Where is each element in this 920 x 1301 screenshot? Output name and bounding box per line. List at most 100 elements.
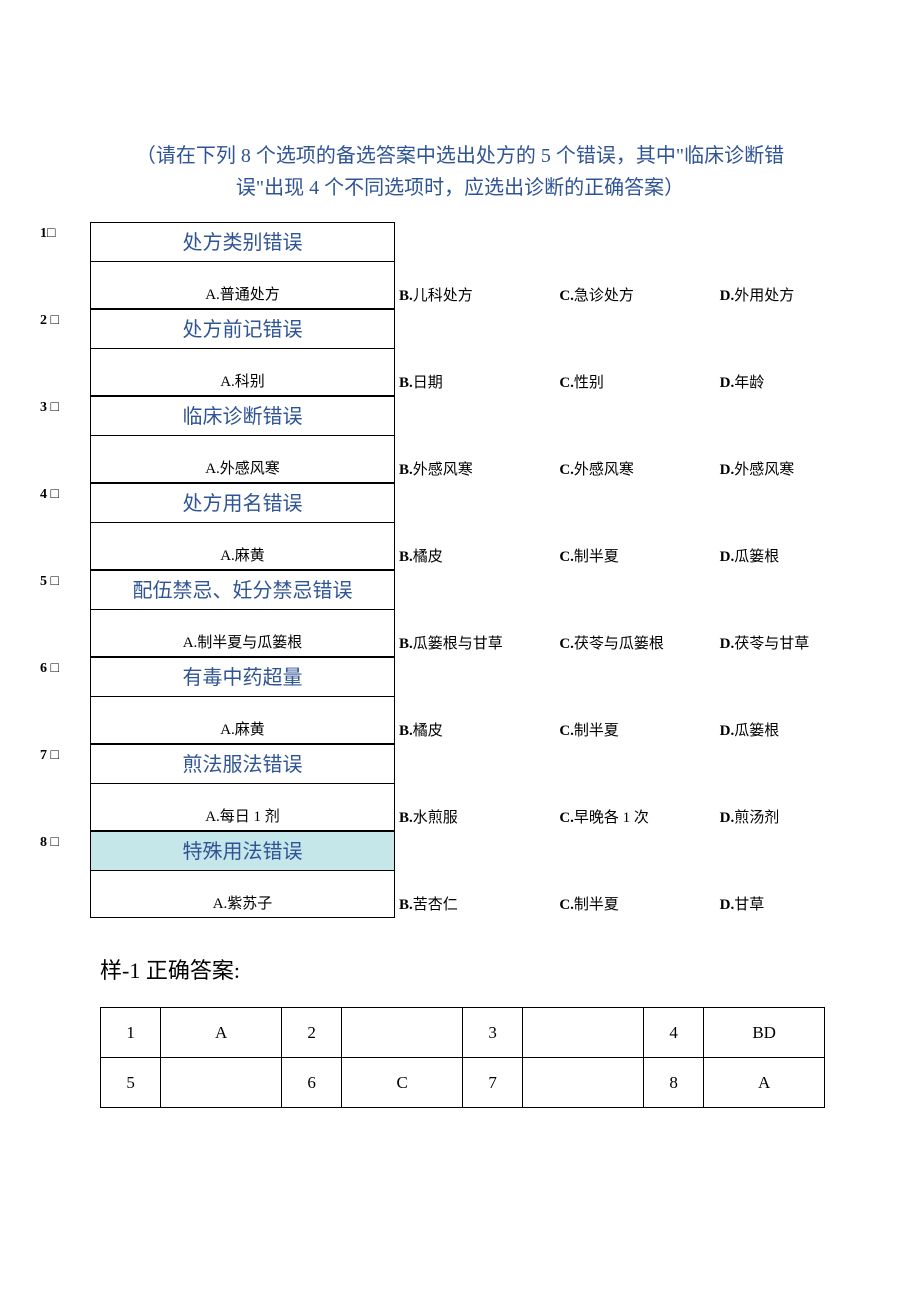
question-number: 3 □ bbox=[40, 400, 59, 416]
question-block: 5 □ 配伍禁忌、妊分禁忌错误A.制半夏与瓜篓根B.瓜篓根与甘草C.茯苓与瓜篓根D… bbox=[40, 570, 880, 657]
answer-val: BD bbox=[704, 1008, 825, 1058]
checkbox-icon[interactable]: □ bbox=[47, 226, 55, 241]
question-block: 7 □ 煎法服法错误A.每日 1 剂B.水煎服C.早晚各 1 次D.煎汤剂 bbox=[40, 744, 880, 831]
option-bcd-group: B.外感风寒C.外感风寒D.外感风寒 bbox=[395, 458, 880, 483]
question-number: 5 □ bbox=[40, 574, 59, 590]
option-bcd-group: B.橘皮C.制半夏D.瓜篓根 bbox=[395, 719, 880, 744]
options-row: A.科别B.日期C.性别D.年龄 bbox=[40, 349, 880, 396]
answer-num: 5 bbox=[101, 1058, 161, 1108]
answer-val bbox=[342, 1008, 463, 1058]
option-b[interactable]: B.瓜篓根与甘草 bbox=[399, 632, 559, 653]
option-c[interactable]: C.早晚各 1 次 bbox=[559, 806, 719, 827]
option-a[interactable]: A.科别 bbox=[90, 349, 395, 396]
answer-table: 1 A 2 3 4 BD 5 6 C 7 8 A bbox=[100, 1007, 825, 1108]
option-d[interactable]: D.瓜篓根 bbox=[720, 719, 880, 740]
option-a[interactable]: A.麻黄 bbox=[90, 523, 395, 570]
checkbox-icon[interactable]: □ bbox=[47, 487, 59, 502]
option-bcd-group: B.日期C.性别D.年龄 bbox=[395, 371, 880, 396]
option-a[interactable]: A.外感风寒 bbox=[90, 436, 395, 483]
answer-num: 4 bbox=[643, 1008, 703, 1058]
row-number: 4 bbox=[40, 487, 47, 502]
option-bcd-group: B.橘皮C.制半夏D.瓜篓根 bbox=[395, 545, 880, 570]
option-c[interactable]: C.外感风寒 bbox=[559, 458, 719, 479]
question-block: 8 □特殊用法错误A.紫苏子B.苦杏仁C.制半夏D.甘草 bbox=[40, 831, 880, 918]
option-bcd-group: B.水煎服C.早晚各 1 次D.煎汤剂 bbox=[395, 806, 880, 831]
category-title: 临床诊断错误 bbox=[90, 396, 395, 436]
checkbox-icon[interactable]: □ bbox=[47, 400, 59, 415]
row-number: 6 bbox=[40, 661, 47, 676]
option-b[interactable]: B.日期 bbox=[399, 371, 559, 392]
option-c[interactable]: C.制半夏 bbox=[559, 545, 719, 566]
options-row: A.麻黄B.橘皮C.制半夏D.瓜篓根 bbox=[40, 697, 880, 744]
checkbox-icon[interactable]: □ bbox=[47, 574, 59, 589]
option-b[interactable]: B.橘皮 bbox=[399, 719, 559, 740]
option-d[interactable]: D.年龄 bbox=[720, 371, 880, 392]
question-number: 1□ bbox=[40, 226, 55, 242]
options-row: A.外感风寒B.外感风寒C.外感风寒D.外感风寒 bbox=[40, 436, 880, 483]
question-block: 6 □ 有毒中药超量A.麻黄B.橘皮C.制半夏D.瓜篓根 bbox=[40, 657, 880, 744]
answer-val: A bbox=[704, 1058, 825, 1108]
category-title: 有毒中药超量 bbox=[90, 657, 395, 697]
option-c[interactable]: C.制半夏 bbox=[559, 893, 719, 914]
option-c[interactable]: C.茯苓与瓜篓根 bbox=[559, 632, 719, 653]
option-d[interactable]: D.外感风寒 bbox=[720, 458, 880, 479]
page-container: （请在下列 8 个选项的备选答案中选出处方的 5 个错误，其中"临床诊断错误"出… bbox=[0, 0, 920, 1108]
question-number: 6 □ bbox=[40, 661, 59, 677]
option-a[interactable]: A.制半夏与瓜篓根 bbox=[90, 610, 395, 657]
option-bcd-group: B.儿科处方C.急诊处方D.外用处方 bbox=[395, 284, 880, 309]
answer-num: 1 bbox=[101, 1008, 161, 1058]
option-a[interactable]: A.麻黄 bbox=[90, 697, 395, 744]
answer-num: 3 bbox=[462, 1008, 522, 1058]
answer-num: 7 bbox=[462, 1058, 522, 1108]
options-row: A.麻黄B.橘皮C.制半夏D.瓜篓根 bbox=[40, 523, 880, 570]
option-c[interactable]: C.制半夏 bbox=[559, 719, 719, 740]
answer-val: C bbox=[342, 1058, 463, 1108]
option-b[interactable]: B.橘皮 bbox=[399, 545, 559, 566]
option-c[interactable]: C.急诊处方 bbox=[559, 284, 719, 305]
instruction-text: （请在下列 8 个选项的备选答案中选出处方的 5 个错误，其中"临床诊断错误"出… bbox=[120, 140, 800, 204]
checkbox-icon[interactable]: □ bbox=[47, 661, 59, 676]
options-row: A.每日 1 剂B.水煎服C.早晚各 1 次D.煎汤剂 bbox=[40, 784, 880, 831]
option-c[interactable]: C.性别 bbox=[559, 371, 719, 392]
answer-val bbox=[523, 1008, 644, 1058]
answer-num: 8 bbox=[643, 1058, 703, 1108]
checkbox-icon[interactable]: □ bbox=[47, 835, 59, 850]
row-number: 1 bbox=[40, 226, 47, 241]
checkbox-icon[interactable]: □ bbox=[47, 748, 59, 763]
option-a[interactable]: A.紫苏子 bbox=[90, 871, 395, 918]
option-a[interactable]: A.普通处方 bbox=[90, 262, 395, 309]
option-a[interactable]: A.每日 1 剂 bbox=[90, 784, 395, 831]
question-block: 4 □ 处方用名错误A.麻黄B.橘皮C.制半夏D.瓜篓根 bbox=[40, 483, 880, 570]
answer-num: 6 bbox=[281, 1058, 341, 1108]
answer-val bbox=[161, 1058, 282, 1108]
option-d[interactable]: D.外用处方 bbox=[720, 284, 880, 305]
answer-row: 1 A 2 3 4 BD bbox=[101, 1008, 825, 1058]
question-number: 8 □ bbox=[40, 835, 59, 851]
option-b[interactable]: B.苦杏仁 bbox=[399, 893, 559, 914]
answer-num: 2 bbox=[281, 1008, 341, 1058]
row-number: 8 bbox=[40, 835, 47, 850]
question-number: 2 □ bbox=[40, 313, 59, 329]
row-number: 2 bbox=[40, 313, 47, 328]
category-title: 配伍禁忌、妊分禁忌错误 bbox=[90, 570, 395, 610]
category-title: 处方用名错误 bbox=[90, 483, 395, 523]
category-title: 处方类别错误 bbox=[90, 222, 395, 262]
answer-val bbox=[523, 1058, 644, 1108]
question-block: 2 □ 处方前记错误A.科别B.日期C.性别D.年龄 bbox=[40, 309, 880, 396]
option-d[interactable]: D.煎汤剂 bbox=[720, 806, 880, 827]
option-d[interactable]: D.瓜篓根 bbox=[720, 545, 880, 566]
option-d[interactable]: D.茯苓与甘草 bbox=[720, 632, 880, 653]
option-d[interactable]: D.甘草 bbox=[720, 893, 880, 914]
options-row: A.紫苏子B.苦杏仁C.制半夏D.甘草 bbox=[40, 871, 880, 918]
options-row: A.普通处方B.儿科处方C.急诊处方D.外用处方 bbox=[40, 262, 880, 309]
option-b[interactable]: B.水煎服 bbox=[399, 806, 559, 827]
question-block: 3 □ 临床诊断错误A.外感风寒B.外感风寒C.外感风寒D.外感风寒 bbox=[40, 396, 880, 483]
options-row: A.制半夏与瓜篓根B.瓜篓根与甘草C.茯苓与瓜篓根D.茯苓与甘草 bbox=[40, 610, 880, 657]
category-title: 处方前记错误 bbox=[90, 309, 395, 349]
checkbox-icon[interactable]: □ bbox=[47, 313, 59, 328]
category-title: 煎法服法错误 bbox=[90, 744, 395, 784]
row-number: 7 bbox=[40, 748, 47, 763]
option-b[interactable]: B.外感风寒 bbox=[399, 458, 559, 479]
answer-row: 5 6 C 7 8 A bbox=[101, 1058, 825, 1108]
option-b[interactable]: B.儿科处方 bbox=[399, 284, 559, 305]
